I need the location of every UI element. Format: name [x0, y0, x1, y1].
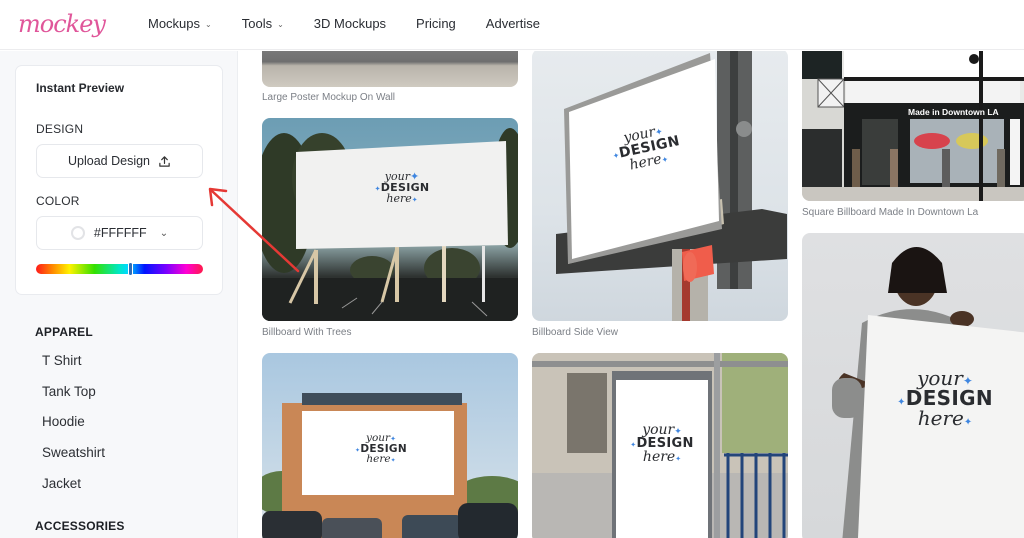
- billboard-side-image: [556, 51, 787, 321]
- category-item-hoodie[interactable]: Hoodie: [42, 414, 85, 429]
- color-swatch: [70, 226, 85, 240]
- chevron-down-icon: ⌄: [277, 20, 284, 29]
- category-item-t-shirt[interactable]: T Shirt: [42, 353, 82, 368]
- nav-pricing[interactable]: Pricing: [416, 16, 456, 31]
- panel-title: Instant Preview: [36, 81, 125, 95]
- billboard-trees-image: [262, 128, 518, 321]
- color-select[interactable]: #FFFFFF ⌄: [36, 216, 203, 250]
- instant-preview-panel: Instant Preview DESIGN Upload Design COL…: [15, 65, 223, 295]
- mockup-card-bus-shelter-poster[interactable]: your✦ ✦DESIGN here✦: [532, 353, 788, 538]
- mockup-card-drive-in-screen[interactable]: your✦ ✦DESIGN here✦: [262, 353, 518, 538]
- your-design-here-placeholder: your✦ ✦DESIGN here✦: [897, 366, 993, 430]
- your-design-here-placeholder: your✦ ✦DESIGN here✦: [355, 432, 407, 465]
- mockup-card-square-billboard-downtown[interactable]: Made in Downtown LA: [802, 51, 1024, 201]
- category-item-sweatshirt[interactable]: Sweatshirt: [42, 445, 105, 460]
- sidebar: Instant Preview DESIGN Upload Design COL…: [0, 51, 238, 538]
- mockup-card-billboard-side-view[interactable]: your✦ ✦DESIGN here✦: [532, 51, 788, 321]
- category-item-jacket[interactable]: Jacket: [42, 476, 81, 491]
- category-item-tank-top[interactable]: Tank Top: [42, 384, 96, 399]
- mockey-logo[interactable]: mockey: [12, 6, 106, 46]
- chevron-down-icon: ⌄: [205, 20, 212, 29]
- mockup-grid: Large Poster Mockup On Wall your✦ ✦DESIG…: [239, 51, 1024, 538]
- mockup-caption[interactable]: Billboard Side View: [532, 327, 618, 338]
- your-design-here-placeholder: your✦ ✦DESIGN here✦: [374, 170, 430, 205]
- storefront-sign: Made in Downtown LA: [908, 107, 999, 117]
- upload-design-button[interactable]: Upload Design: [36, 144, 203, 178]
- mockup-card-man-holding-poster[interactable]: your✦ ✦DESIGN here✦: [802, 233, 1024, 538]
- upload-icon: [159, 155, 170, 167]
- mockup-card-billboard-with-trees[interactable]: your✦ ✦DESIGN here✦: [262, 118, 518, 321]
- category-heading-accessories: ACCESSORIES: [35, 519, 125, 533]
- nav-advertise[interactable]: Advertise: [486, 16, 540, 31]
- storefront-image: [802, 51, 1024, 201]
- nav-3d-mockups[interactable]: 3D Mockups: [314, 16, 386, 31]
- mockup-caption[interactable]: Large Poster Mockup On Wall: [262, 92, 395, 103]
- nav-mockups[interactable]: Mockups ⌄: [148, 16, 212, 31]
- hue-slider-thumb[interactable]: [128, 262, 134, 276]
- hue-slider[interactable]: [36, 262, 203, 276]
- main-nav: Mockups ⌄ Tools ⌄ 3D Mockups Pricing Adv…: [148, 16, 570, 31]
- color-label: COLOR: [36, 194, 80, 208]
- design-label: DESIGN: [36, 122, 84, 136]
- chevron-down-icon: ⌄: [159, 227, 169, 239]
- your-design-here-placeholder: your✦ ✦DESIGN here✦: [630, 422, 694, 465]
- category-heading-apparel: APPAREL: [35, 325, 93, 339]
- mockup-caption[interactable]: Square Billboard Made In Downtown La: [802, 207, 978, 218]
- nav-tools[interactable]: Tools ⌄: [242, 16, 284, 31]
- mockup-card-large-poster[interactable]: [262, 51, 518, 87]
- mockup-caption[interactable]: Billboard With Trees: [262, 327, 351, 338]
- top-navbar: mockey Mockups ⌄ Tools ⌄ 3D Mockups Pric…: [0, 0, 1024, 50]
